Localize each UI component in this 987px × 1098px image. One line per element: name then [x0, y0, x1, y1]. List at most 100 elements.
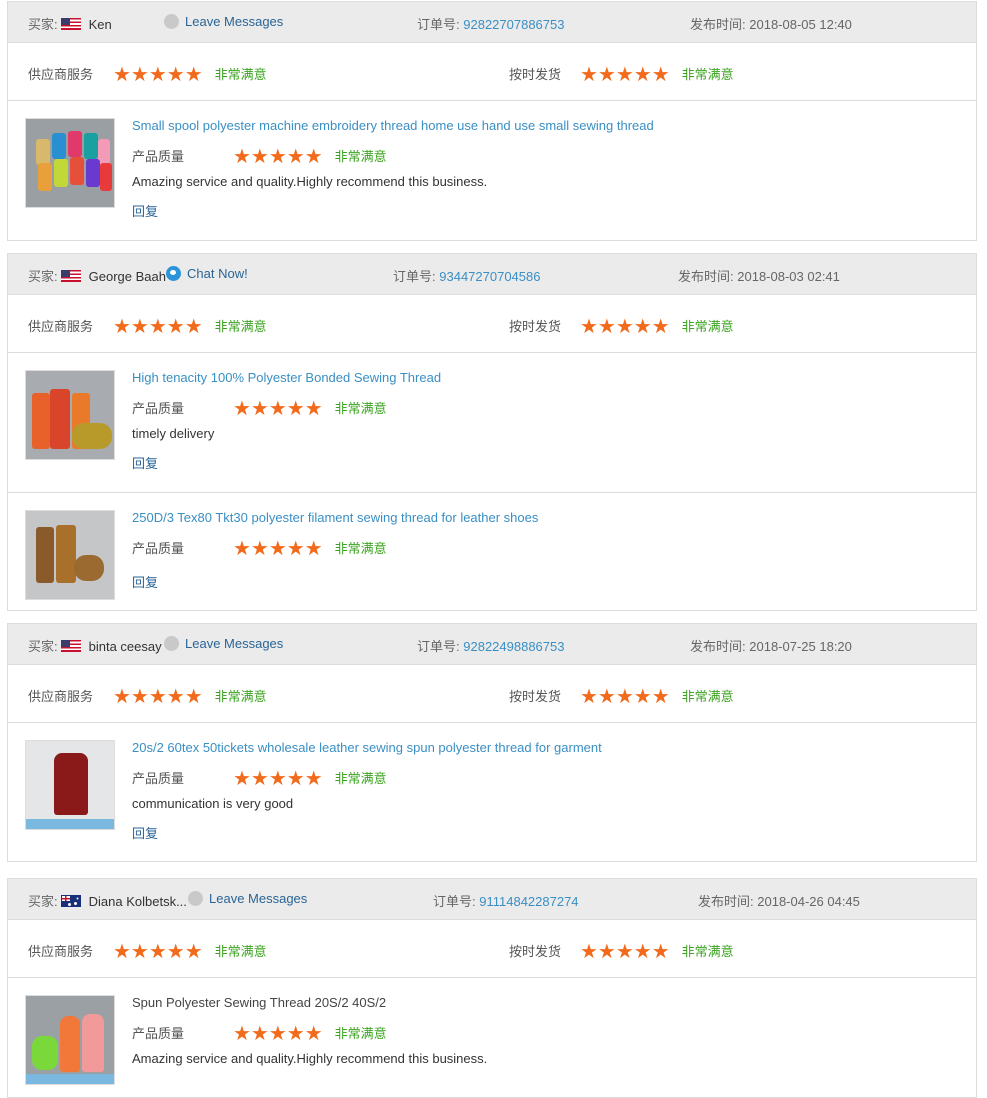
product-thumbnail[interactable]	[25, 510, 115, 600]
buyer-name: George Baah	[88, 269, 166, 284]
review-date: 2018-07-25 18:20	[749, 639, 852, 654]
on-time-rating: 按时发货 ★★★★★ 非常满意	[509, 64, 734, 86]
star-rating: ★★★★★	[580, 316, 670, 338]
buyer-label: 买家:	[28, 639, 58, 654]
date-label: 发布时间:	[698, 894, 754, 909]
product-title-link[interactable]: High tenacity 100% Polyester Bonded Sewi…	[132, 370, 441, 385]
product-quality-rating: 产品质量 ★★★★★ 非常满意	[132, 538, 387, 559]
product-thumbnail[interactable]	[25, 118, 115, 208]
date-info: 发布时间: 2018-04-26 04:45	[698, 891, 860, 910]
us-flag-icon	[60, 640, 81, 652]
on-time-rating: 按时发货 ★★★★★ 非常满意	[509, 686, 734, 708]
rating-text: 非常满意	[334, 771, 387, 786]
review-comment: Amazing service and quality.Highly recom…	[132, 1051, 488, 1066]
star-rating: ★★★★★	[113, 941, 203, 963]
buyer-name: Diana Kolbetsk...	[88, 894, 187, 909]
rating-label: 产品质量	[132, 541, 185, 556]
order-label: 订单号:	[433, 894, 476, 909]
order-number[interactable]: 91114842287274	[479, 894, 578, 909]
star-rating: ★★★★★	[113, 316, 203, 338]
rating-label: 按时发货	[509, 67, 562, 82]
rating-text: 非常满意	[334, 401, 387, 416]
buyer-label: 买家:	[28, 269, 58, 284]
product-item: High tenacity 100% Polyester Bonded Sewi…	[8, 353, 976, 492]
product-item: Spun Polyester Sewing Thread 20S/2 40S/2…	[8, 978, 976, 1096]
buyer-label: 买家:	[28, 894, 58, 909]
buyer-info: 买家: binta ceesay	[28, 636, 162, 655]
on-time-rating: 按时发货 ★★★★★ 非常满意	[509, 941, 734, 962]
reply-link[interactable]: 回复	[132, 823, 158, 842]
product-title-link[interactable]: Spun Polyester Sewing Thread 20S/2 40S/2	[132, 995, 386, 1010]
date-info: 发布时间: 2018-08-05 12:40	[690, 14, 852, 33]
star-rating: ★★★★★	[233, 1023, 323, 1045]
supplier-service-rating: 供应商服务 ★★★★★ 非常满意	[28, 686, 267, 708]
rating-label: 产品质量	[132, 401, 185, 416]
review-date: 2018-08-05 12:40	[749, 17, 852, 32]
leave-messages-link[interactable]: Leave Messages	[188, 891, 307, 906]
review-card: 买家: binta ceesay Leave Messages 订单号: 9282…	[7, 623, 977, 862]
order-info: 订单号: 93447270704586	[393, 266, 540, 285]
buyer-label: 买家:	[28, 17, 58, 32]
product-quality-rating: 产品质量 ★★★★★ 非常满意	[132, 1023, 387, 1045]
reply-link[interactable]: 回复	[132, 453, 158, 472]
rating-row: 供应商服务 ★★★★★ 非常满意 按时发货 ★★★★★ 非常满意	[8, 43, 976, 101]
rating-text: 非常满意	[681, 67, 734, 82]
star-rating: ★★★★★	[113, 686, 203, 708]
review-card: 买家: Diana Kolbetsk... Leave Messages 订单号:…	[7, 878, 977, 1098]
leave-messages-link[interactable]: Leave Messages	[164, 636, 283, 651]
rating-label: 产品质量	[132, 1026, 185, 1041]
review-header: 买家: Ken Leave Messages 订单号: 9282270788675…	[8, 2, 976, 43]
date-label: 发布时间:	[690, 639, 746, 654]
star-rating: ★★★★★	[580, 686, 670, 708]
product-item: 250D/3 Tex80 Tkt30 polyester filament se…	[8, 492, 976, 610]
order-number[interactable]: 92822707886753	[463, 17, 564, 32]
supplier-service-rating: 供应商服务 ★★★★★ 非常满意	[28, 64, 267, 85]
rating-label: 产品质量	[132, 771, 185, 786]
chat-icon	[166, 266, 181, 281]
order-label: 订单号:	[417, 17, 460, 32]
product-thumbnail[interactable]	[25, 370, 115, 460]
rating-text: 非常满意	[334, 541, 387, 556]
review-date: 2018-08-03 02:41	[737, 269, 840, 284]
product-title-link[interactable]: 20s/2 60tex 50tickets wholesale leather …	[132, 740, 602, 755]
order-number[interactable]: 92822498886753	[463, 639, 564, 654]
buyer-info: 买家: Diana Kolbetsk...	[28, 891, 187, 910]
rating-row: 供应商服务 ★★★★★ 非常满意 按时发货 ★★★★★ 非常满意	[8, 665, 976, 723]
contact-label[interactable]: Leave Messages	[185, 636, 283, 651]
reply-link[interactable]: 回复	[132, 201, 158, 220]
date-label: 发布时间:	[678, 269, 734, 284]
buyer-info: 买家: George Baah	[28, 266, 166, 285]
contact-label[interactable]: Chat Now!	[187, 266, 248, 281]
review-comment: timely delivery	[132, 426, 215, 441]
order-number[interactable]: 93447270704586	[439, 269, 540, 284]
reply-link[interactable]: 回复	[132, 572, 158, 591]
rating-text: 非常满意	[681, 944, 734, 959]
supplier-service-rating: 供应商服务 ★★★★★ 非常满意	[28, 316, 267, 338]
contact-label[interactable]: Leave Messages	[209, 891, 307, 906]
review-comment: Amazing service and quality.Highly recom…	[132, 174, 488, 189]
rating-text: 非常满意	[334, 1026, 387, 1041]
order-info: 订单号: 92822707886753	[417, 14, 564, 33]
contact-label[interactable]: Leave Messages	[185, 14, 283, 29]
product-thumbnail[interactable]	[25, 995, 115, 1085]
star-rating: ★★★★★	[233, 146, 323, 168]
star-rating: ★★★★★	[580, 64, 670, 86]
rating-row: 供应商服务 ★★★★★ 非常满意 按时发货 ★★★★★ 非常满意	[8, 295, 976, 353]
product-thumbnail[interactable]	[25, 740, 115, 830]
review-header: 买家: Diana Kolbetsk... Leave Messages 订单号:…	[8, 879, 976, 920]
product-title-link[interactable]: 250D/3 Tex80 Tkt30 polyester filament se…	[132, 510, 538, 525]
us-flag-icon	[60, 18, 81, 30]
rating-text: 非常满意	[214, 319, 267, 334]
product-title-link[interactable]: Small spool polyester machine embroidery…	[132, 118, 654, 133]
order-info: 订单号: 92822498886753	[417, 636, 564, 655]
message-icon	[188, 891, 203, 906]
review-header: 买家: binta ceesay Leave Messages 订单号: 9282…	[8, 624, 976, 665]
buyer-info: 买家: Ken	[28, 14, 112, 33]
chat-now-link[interactable]: Chat Now!	[166, 266, 248, 281]
rating-label: 按时发货	[509, 319, 562, 334]
buyer-name: binta ceesay	[88, 639, 162, 654]
order-info: 订单号: 91114842287274	[433, 891, 579, 910]
leave-messages-link[interactable]: Leave Messages	[164, 14, 283, 29]
rating-label: 产品质量	[132, 149, 185, 164]
us-flag-icon	[60, 270, 81, 282]
